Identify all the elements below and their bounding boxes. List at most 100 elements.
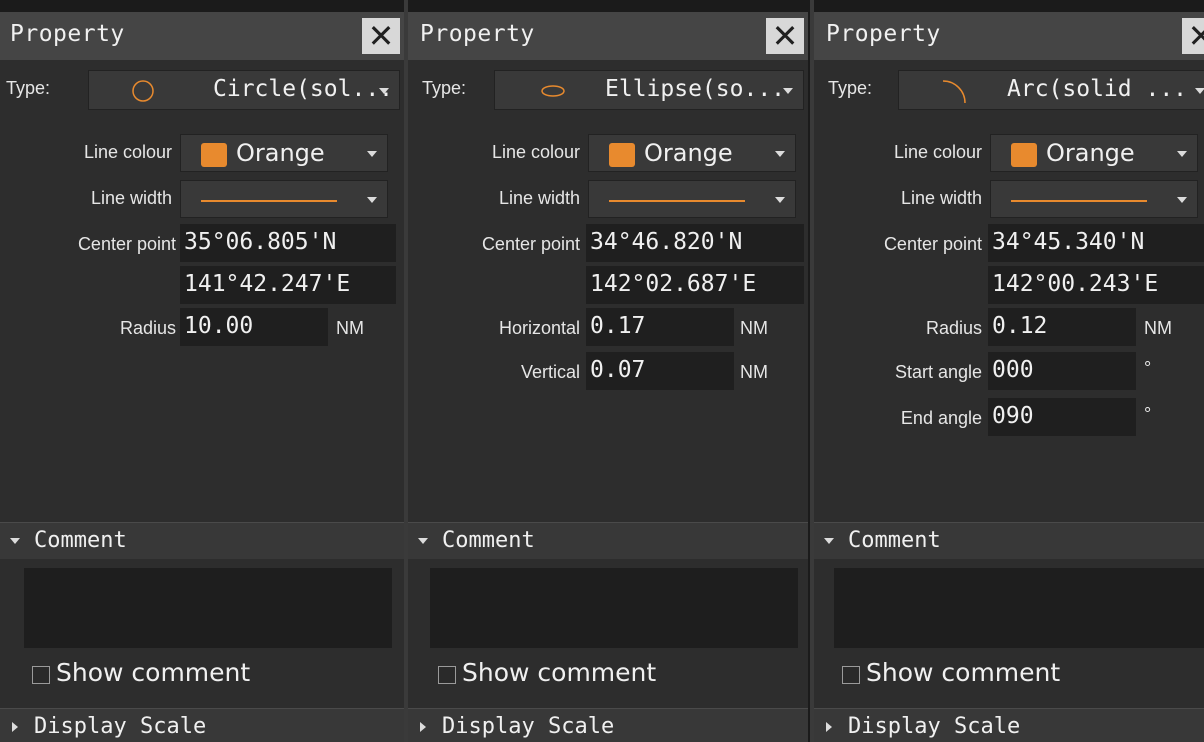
center-lat-input[interactable]: 34°45.340'N — [988, 224, 1204, 262]
panel-titlebar: Property ✕ — [0, 12, 404, 60]
property-panel-circle: Property ✕ Type: Circle(sol... Line colo… — [0, 12, 404, 742]
type-select[interactable]: Ellipse(so... — [494, 70, 804, 110]
horizontal-value: 0.17 — [590, 313, 646, 339]
comment-section-label: Comment — [848, 528, 941, 553]
chevron-down-icon — [367, 197, 377, 203]
line-colour-select[interactable]: Orange — [180, 134, 388, 172]
type-select[interactable]: Circle(sol... — [88, 70, 400, 110]
chevron-down-icon — [775, 151, 785, 157]
colour-swatch — [201, 143, 227, 167]
chevron-right-icon — [420, 722, 426, 732]
chevron-right-icon — [826, 722, 832, 732]
show-comment-checkbox[interactable] — [438, 666, 456, 684]
vertical-value: 0.07 — [590, 357, 646, 383]
chevron-down-icon — [1195, 88, 1204, 94]
comment-textarea[interactable] — [430, 568, 798, 648]
property-panel-arc: Property ✕ Type: Arc(solid ... Line colo… — [814, 12, 1204, 742]
line-width-label: Line width — [498, 188, 580, 208]
panel-title: Property — [420, 21, 535, 47]
vertical-unit: NM — [740, 362, 768, 382]
type-label: Type: — [828, 78, 873, 98]
close-icon: ✕ — [367, 17, 395, 55]
comment-section-label: Comment — [442, 528, 535, 553]
line-colour-select[interactable]: Orange — [990, 134, 1198, 172]
center-lon-value: 142°02.687'E — [590, 271, 757, 297]
comment-section-header[interactable]: Comment — [0, 522, 404, 559]
display-scale-label: Display Scale — [34, 714, 207, 739]
display-scale-label: Display Scale — [442, 714, 615, 739]
line-colour-label: Line colour — [83, 142, 172, 162]
panel-titlebar: Property ✕ — [408, 12, 808, 60]
chevron-right-icon — [12, 722, 18, 732]
center-point-label: Center point — [77, 234, 176, 254]
close-button[interactable]: ✕ — [1182, 18, 1204, 54]
type-label: Type: — [6, 78, 51, 98]
line-colour-label: Line colour — [893, 142, 982, 162]
type-select-value: Circle(sol... — [213, 76, 394, 102]
type-label: Type: — [422, 78, 467, 98]
center-lat-input[interactable]: 34°46.820'N — [586, 224, 804, 262]
show-comment-label: Show comment — [56, 658, 251, 687]
center-point-label: Center point — [883, 234, 982, 254]
line-width-select[interactable] — [180, 180, 388, 218]
start-angle-unit: ° — [1144, 358, 1152, 378]
chevron-down-icon — [775, 197, 785, 203]
radius-unit: NM — [336, 318, 364, 338]
chevron-down-icon — [10, 538, 20, 544]
line-colour-label: Line colour — [491, 142, 580, 162]
horizontal-unit: NM — [740, 318, 768, 338]
display-scale-section-header[interactable]: Display Scale — [814, 708, 1204, 742]
center-lon-value: 142°00.243'E — [992, 271, 1159, 297]
comment-textarea[interactable] — [24, 568, 392, 648]
line-colour-value: Orange — [236, 139, 325, 167]
line-width-preview — [609, 200, 745, 202]
display-scale-section-header[interactable]: Display Scale — [408, 708, 808, 742]
close-button[interactable]: ✕ — [766, 18, 804, 54]
vertical-input[interactable]: 0.07 — [586, 352, 734, 390]
panel-title: Property — [10, 21, 125, 47]
center-lat-value: 34°45.340'N — [992, 229, 1145, 255]
show-comment-label: Show comment — [462, 658, 657, 687]
line-width-select[interactable] — [990, 180, 1198, 218]
ellipse-shape-icon — [541, 85, 565, 97]
chevron-down-icon — [379, 88, 389, 94]
center-lat-value: 34°46.820'N — [590, 229, 743, 255]
start-angle-value: 000 — [992, 357, 1034, 383]
display-scale-label: Display Scale — [848, 714, 1021, 739]
chevron-down-icon — [1177, 151, 1187, 157]
show-comment-checkbox[interactable] — [842, 666, 860, 684]
type-select-value: Arc(solid ... — [1007, 76, 1188, 102]
radius-label: Radius — [119, 318, 176, 338]
chevron-down-icon — [1177, 197, 1187, 203]
line-colour-value: Orange — [644, 139, 733, 167]
chevron-down-icon — [824, 538, 834, 544]
start-angle-input[interactable]: 000 — [988, 352, 1136, 390]
center-lon-input[interactable]: 142°00.243'E — [988, 266, 1204, 304]
line-colour-select[interactable]: Orange — [588, 134, 796, 172]
display-scale-section-header[interactable]: Display Scale — [0, 708, 404, 742]
line-width-label: Line width — [900, 188, 982, 208]
radius-value: 10.00 — [184, 313, 254, 339]
center-lat-input[interactable]: 35°06.805'N — [180, 224, 396, 262]
comment-textarea[interactable] — [834, 568, 1204, 648]
arc-shape-icon — [942, 80, 966, 104]
colour-swatch — [609, 143, 635, 167]
comment-section-header[interactable]: Comment — [814, 522, 1204, 559]
property-panel-ellipse: Property ✕ Type: Ellipse(so... Line colo… — [408, 12, 808, 742]
show-comment-checkbox[interactable] — [32, 666, 50, 684]
center-lon-input[interactable]: 141°42.247'E — [180, 266, 396, 304]
line-colour-value: Orange — [1046, 139, 1135, 167]
horizontal-input[interactable]: 0.17 — [586, 308, 734, 346]
line-width-select[interactable] — [588, 180, 796, 218]
comment-section-header[interactable]: Comment — [408, 522, 808, 559]
type-select[interactable]: Arc(solid ... — [898, 70, 1204, 110]
start-angle-label: Start angle — [894, 362, 982, 382]
radius-unit: NM — [1144, 318, 1172, 338]
radius-input[interactable]: 0.12 — [988, 308, 1136, 346]
line-width-label: Line width — [90, 188, 172, 208]
end-angle-input[interactable]: 090 — [988, 398, 1136, 436]
center-lon-input[interactable]: 142°02.687'E — [586, 266, 804, 304]
radius-input[interactable]: 10.00 — [180, 308, 328, 346]
circle-shape-icon — [132, 80, 154, 102]
close-button[interactable]: ✕ — [362, 18, 400, 54]
